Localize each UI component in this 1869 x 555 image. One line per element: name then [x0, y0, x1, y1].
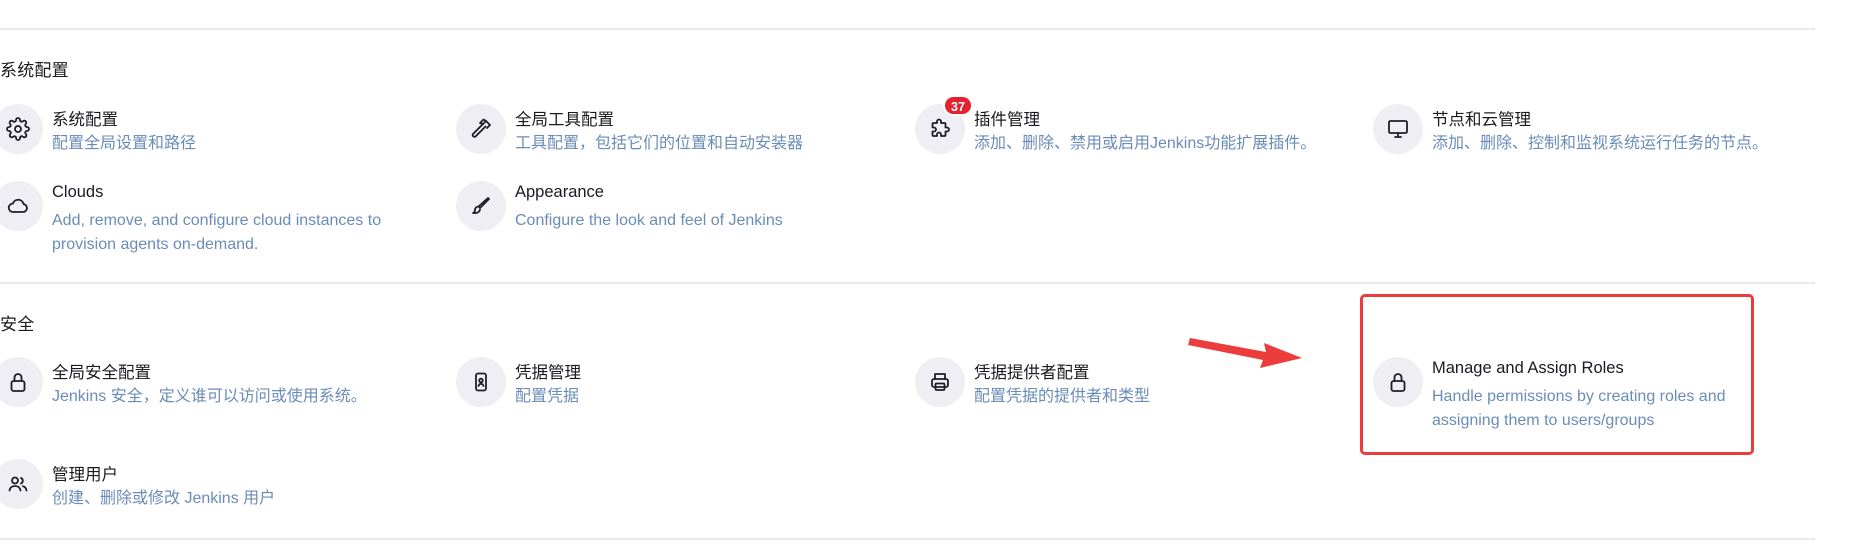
- nodes-title: 节点和云管理: [1432, 111, 1531, 129]
- system-config-item[interactable]: 系统配置 配置全局设置和路径: [0, 104, 413, 154]
- global-tools-item[interactable]: 全局工具配置 工具配置，包括它们的位置和自动安装器: [456, 104, 876, 154]
- section-title-security: 安全: [0, 315, 35, 334]
- manage-users-title: 管理用户: [52, 466, 118, 484]
- cloud-icon: [0, 181, 43, 231]
- clouds-desc-line-2: provision agents on-demand.: [52, 236, 259, 253]
- plugins-desc: 添加、删除、禁用或启用Jenkins功能扩展插件。: [974, 135, 1317, 152]
- printer-icon: [915, 357, 965, 407]
- global-security-item[interactable]: 全局安全配置 Jenkins 安全，定义谁可以访问或使用系统。: [0, 357, 413, 407]
- annotation-arrow: [1188, 338, 1302, 368]
- section-title-system-config: 系统配置: [0, 61, 69, 80]
- manage-users-desc: 创建、删除或修改 Jenkins 用户: [52, 490, 276, 507]
- appearance-desc: Configure the look and feel of Jenkins: [515, 212, 783, 229]
- section-divider: [0, 282, 1815, 284]
- clouds-item[interactable]: Clouds Add, remove, and configure cloud …: [0, 181, 413, 253]
- global-security-desc: Jenkins 安全，定义谁可以访问或使用系统。: [52, 388, 367, 405]
- lock-icon: [0, 357, 43, 407]
- credential-providers-title: 凭据提供者配置: [974, 364, 1090, 382]
- plugin-updates-badge: 37: [943, 95, 973, 116]
- appearance-item[interactable]: Appearance Configure the look and feel o…: [456, 181, 876, 231]
- top-divider: [0, 28, 1815, 30]
- credential-providers-desc: 配置凭据的提供者和类型: [974, 388, 1151, 405]
- system-config-desc: 配置全局设置和路径: [52, 135, 197, 152]
- nodes-item[interactable]: 节点和云管理 添加、删除、控制和监视系统运行任务的节点。: [1373, 104, 1793, 154]
- global-tools-title: 全局工具配置: [515, 111, 614, 129]
- plugins-title: 插件管理: [974, 111, 1040, 129]
- credentials-desc: 配置凭据: [515, 388, 580, 405]
- annotation-highlight-box: [1360, 294, 1754, 455]
- plugins-item[interactable]: 37 插件管理 添加、删除、禁用或启用Jenkins功能扩展插件。: [915, 95, 1335, 154]
- nodes-desc: 添加、删除、控制和监视系统运行任务的节点。: [1432, 135, 1769, 152]
- bottom-divider: [0, 538, 1815, 540]
- id-card-icon: [456, 357, 506, 407]
- credentials-item[interactable]: 凭据管理 配置凭据: [456, 357, 876, 407]
- global-tools-desc: 工具配置，包括它们的位置和自动安装器: [515, 135, 804, 152]
- users-icon: [0, 459, 43, 509]
- appearance-title: Appearance: [515, 183, 604, 201]
- gear-icon: [0, 104, 43, 154]
- clouds-desc: Add, remove, and configure cloud instanc…: [52, 209, 381, 257]
- global-security-title: 全局安全配置: [52, 364, 151, 382]
- system-config-title: 系统配置: [52, 111, 118, 129]
- brush-icon: [456, 181, 506, 231]
- hammer-icon: [456, 104, 506, 154]
- manage-jenkins-page: 系统配置 系统配置 配置全局设置和路径 全局工具配置 工具配置，包括它们的位置和…: [0, 0, 1869, 555]
- monitor-icon: [1373, 104, 1423, 154]
- manage-users-item[interactable]: 管理用户 创建、删除或修改 Jenkins 用户: [0, 459, 413, 509]
- clouds-desc-line-1: Add, remove, and configure cloud instanc…: [52, 212, 382, 229]
- clouds-title: Clouds: [52, 183, 104, 201]
- credentials-title: 凭据管理: [515, 364, 581, 382]
